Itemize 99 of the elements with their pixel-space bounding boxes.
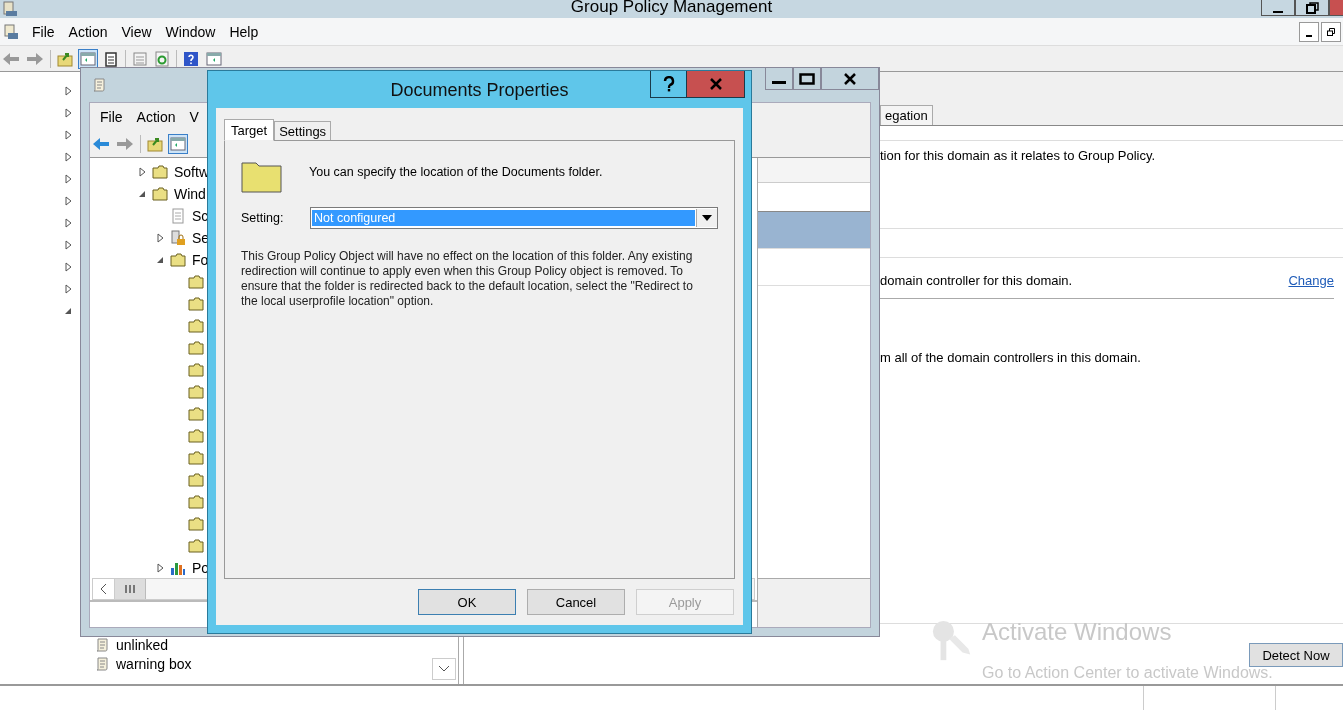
description-text: This Group Policy Object will have no effect on the location of this folder. Any existing redirection will continue to apply even when this Group Policy object is removed. To ensure that the folder is redirected back to the default location, select the "Redirect to the local userprofile location" option. bbox=[241, 249, 694, 309]
document-icon bbox=[170, 208, 186, 224]
console-icon bbox=[3, 23, 19, 40]
menu-item[interactable]: V bbox=[182, 109, 206, 125]
grip-icon bbox=[124, 584, 136, 594]
tab[interactable]: Settings bbox=[274, 121, 332, 140]
collapse-triangle-icon[interactable] bbox=[63, 306, 73, 316]
folder-icon bbox=[188, 407, 204, 421]
menu-item[interactable]: Window bbox=[158, 23, 223, 40]
scroll-icon bbox=[94, 655, 110, 672]
restore-button[interactable] bbox=[1295, 0, 1329, 16]
tree-item[interactable]: Sc bbox=[192, 208, 209, 224]
restore-icon bbox=[1305, 1, 1319, 14]
menu-item[interactable]: Action bbox=[61, 23, 115, 40]
restore-button[interactable] bbox=[1321, 21, 1341, 42]
setting-label: Setting: bbox=[241, 211, 285, 225]
folder-icon bbox=[152, 165, 168, 179]
dialog-button[interactable]: Cancel bbox=[527, 589, 625, 615]
collapse-triangle-icon[interactable] bbox=[137, 189, 147, 199]
folder-icon bbox=[188, 385, 204, 399]
scroll-icon bbox=[94, 637, 110, 653]
pane-icon[interactable] bbox=[205, 49, 223, 68]
folder-icon bbox=[241, 159, 283, 193]
description-text: m all of the domain controllers in this domain. bbox=[880, 350, 1141, 365]
help-icon[interactable] bbox=[183, 50, 199, 67]
up-folder-icon[interactable] bbox=[147, 136, 163, 152]
scroll-left-button[interactable] bbox=[93, 579, 115, 599]
scroll-icon bbox=[91, 77, 107, 93]
dialog-button[interactable]: OK bbox=[418, 589, 516, 615]
expand-triangle-icon[interactable] bbox=[63, 262, 73, 272]
expand-triangle-icon[interactable] bbox=[155, 233, 165, 243]
collapse-triangle-icon[interactable] bbox=[155, 255, 165, 265]
help-button[interactable] bbox=[650, 71, 687, 98]
minimize-icon bbox=[1273, 10, 1283, 13]
server-icon bbox=[2, 1, 18, 17]
dialog-title: Documents Properties bbox=[390, 80, 569, 101]
menu-item[interactable]: Action bbox=[129, 109, 183, 125]
folder-icon bbox=[188, 429, 204, 443]
close-button[interactable] bbox=[821, 68, 879, 90]
folder-icon bbox=[188, 297, 204, 311]
folder-icon bbox=[188, 539, 204, 553]
folder-icon bbox=[188, 319, 204, 333]
description-text: domain controller for this domain. bbox=[880, 273, 1073, 290]
folder-icon bbox=[188, 341, 204, 355]
close-icon bbox=[708, 78, 723, 90]
menu-item[interactable]: Help bbox=[222, 23, 266, 40]
maximize-icon bbox=[799, 72, 815, 85]
tab[interactable]: egation bbox=[880, 105, 933, 125]
refresh-icon[interactable] bbox=[154, 50, 170, 67]
minimize-icon bbox=[772, 81, 786, 84]
folder-icon bbox=[188, 275, 204, 289]
back-arrow-icon[interactable] bbox=[92, 137, 110, 151]
expand-triangle-icon[interactable] bbox=[155, 563, 165, 573]
question-mark-icon bbox=[662, 76, 675, 92]
minimize-button[interactable] bbox=[1299, 21, 1319, 42]
padlock-icon bbox=[170, 230, 186, 246]
folder-icon bbox=[188, 495, 204, 509]
close-icon bbox=[843, 72, 857, 85]
tree-item[interactable]: warning box bbox=[116, 655, 192, 672]
detect-now-button[interactable]: Detect Now bbox=[1249, 643, 1343, 667]
minimize-button[interactable] bbox=[1261, 0, 1295, 16]
tree-item[interactable]: Wind bbox=[174, 186, 206, 202]
expand-triangle-icon[interactable] bbox=[63, 218, 73, 228]
expand-triangle-icon[interactable] bbox=[63, 130, 73, 140]
scrollbar-thumb[interactable] bbox=[115, 579, 146, 599]
description-text: tion for this domain as it relates to Group Policy. bbox=[880, 148, 1156, 163]
tab[interactable]: Target bbox=[224, 119, 275, 141]
dropdown-arrow-icon bbox=[702, 215, 712, 221]
up-folder-icon[interactable] bbox=[57, 50, 73, 67]
folder-icon bbox=[188, 517, 204, 531]
chevron-down-icon bbox=[438, 665, 450, 673]
folder-icon bbox=[188, 363, 204, 377]
minimize-button[interactable] bbox=[765, 68, 793, 90]
menu-item[interactable]: View bbox=[114, 23, 159, 40]
expand-triangle-icon[interactable] bbox=[63, 86, 73, 96]
folder-icon bbox=[170, 253, 186, 267]
pane-icon[interactable] bbox=[79, 49, 97, 68]
menu-item[interactable]: File bbox=[93, 109, 130, 125]
minimize-icon bbox=[1306, 34, 1312, 37]
folder-icon bbox=[188, 473, 204, 487]
expand-triangle-icon[interactable] bbox=[137, 167, 147, 177]
clipboard-icon[interactable] bbox=[103, 50, 119, 67]
menu-item[interactable]: File bbox=[25, 23, 62, 40]
window-title: Group Policy Management bbox=[570, 0, 773, 17]
expand-triangle-icon[interactable] bbox=[63, 174, 73, 184]
tree-item[interactable]: unlinked bbox=[116, 637, 169, 653]
bar-chart-icon bbox=[170, 560, 186, 576]
restore-icon bbox=[1326, 26, 1336, 37]
expand-triangle-icon[interactable] bbox=[63, 108, 73, 118]
maximize-button[interactable] bbox=[793, 68, 821, 90]
expand-triangle-icon[interactable] bbox=[63, 284, 73, 294]
expand-triangle-icon[interactable] bbox=[63, 240, 73, 250]
intro-text: You can specify the location of the Documents folder. bbox=[309, 165, 603, 179]
change-link[interactable]: Change bbox=[1288, 273, 1334, 290]
folder-icon bbox=[152, 187, 168, 201]
expand-triangle-icon[interactable] bbox=[63, 196, 73, 206]
expand-triangle-icon[interactable] bbox=[63, 152, 73, 162]
chevron-left-icon bbox=[99, 583, 108, 595]
folder-icon bbox=[188, 451, 204, 465]
